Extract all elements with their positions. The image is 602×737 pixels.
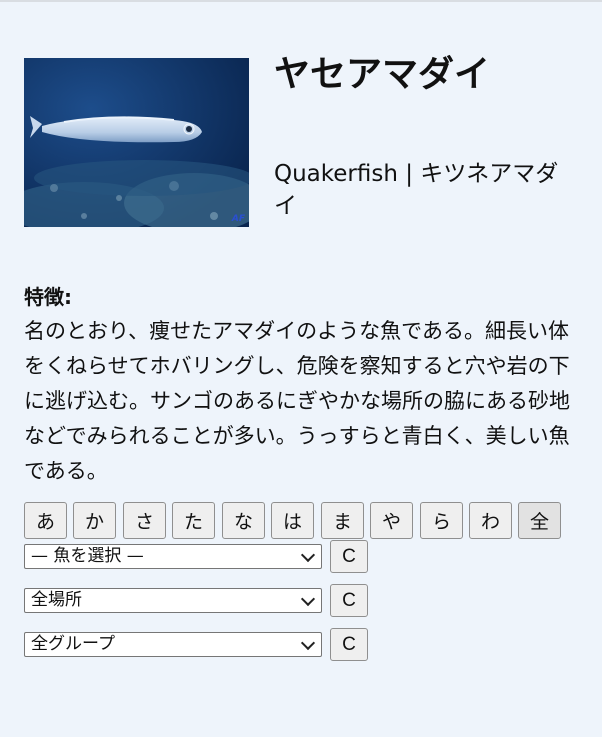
group-select[interactable]: 全グループ <box>24 632 322 657</box>
clear-fish-button[interactable]: C <box>330 540 368 573</box>
kana-button-ta[interactable]: た <box>172 502 215 539</box>
kana-button-ha[interactable]: は <box>271 502 314 539</box>
kana-button-ya[interactable]: や <box>370 502 413 539</box>
fish-header: AF ヤセアマダイ Quakerfish | キツネアマダイ <box>24 54 584 228</box>
fish-name: ヤセアマダイ <box>274 54 491 95</box>
kana-button-a[interactable]: あ <box>24 502 67 539</box>
fish-subtitle: Quakerfish | キツネアマダイ <box>274 161 559 219</box>
fish-photo: AF <box>24 58 249 227</box>
group-select-value: 全グループ <box>31 634 115 654</box>
photo-credit-mark: AF <box>231 214 245 224</box>
location-select-row: 全場所 C <box>24 584 384 618</box>
kana-button-ra[interactable]: ら <box>420 502 463 539</box>
kana-button-ma[interactable]: ま <box>321 502 364 539</box>
chevron-down-icon <box>300 591 316 607</box>
clear-group-button[interactable]: C <box>330 628 368 661</box>
top-divider <box>0 0 602 2</box>
kana-filter-bar: あ か さ た な は ま や ら わ 全 <box>24 502 584 540</box>
chevron-down-icon <box>300 547 316 563</box>
group-select-row: 全グループ C <box>24 628 384 662</box>
kana-button-wa[interactable]: わ <box>469 502 512 539</box>
location-select-value: 全場所 <box>31 590 82 610</box>
fish-select-value: — 魚を選択 — <box>31 546 144 566</box>
kana-button-sa[interactable]: さ <box>123 502 166 539</box>
clear-location-button[interactable]: C <box>330 584 368 617</box>
chevron-down-icon <box>300 635 316 651</box>
features-label: 特徴: <box>24 285 72 309</box>
kana-button-na[interactable]: な <box>222 502 265 539</box>
features-section: 特徴: 名のとおり、痩せたアマダイのような魚である。細長い体をくねらせてホバリン… <box>24 282 584 489</box>
location-select[interactable]: 全場所 <box>24 588 322 613</box>
fish-select-row: — 魚を選択 — C <box>24 540 384 574</box>
features-description: 名のとおり、痩せたアマダイのような魚である。細長い体をくねらせてホバリングし、危… <box>24 319 570 483</box>
fish-photo-image <box>24 58 249 227</box>
kana-button-all[interactable]: 全 <box>518 502 561 539</box>
fish-select[interactable]: — 魚を選択 — <box>24 544 322 569</box>
kana-button-ka[interactable]: か <box>73 502 116 539</box>
